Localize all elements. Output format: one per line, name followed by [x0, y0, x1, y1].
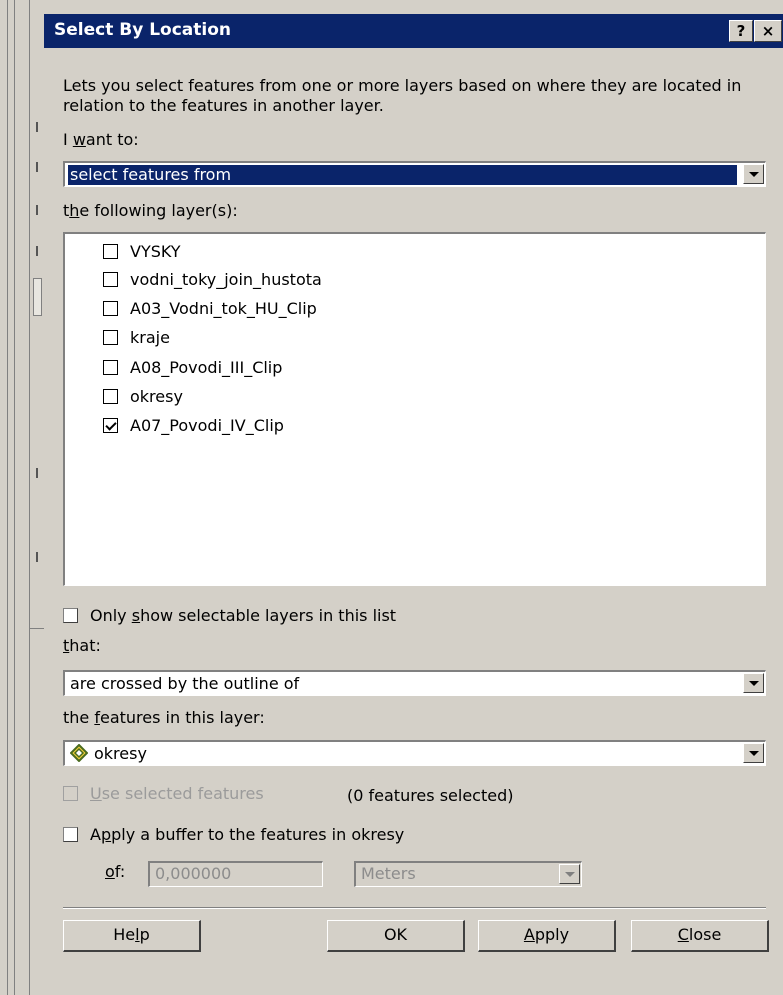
layer-checkbox[interactable] — [103, 360, 118, 375]
layer-item-kraje[interactable]: kraje — [103, 327, 170, 349]
checkbox-box[interactable] — [63, 608, 78, 623]
tick-mark — [36, 552, 38, 562]
layer-item-okresy[interactable]: okresy — [103, 386, 183, 408]
divider — [29, 0, 30, 995]
buffer-units-dropdown[interactable]: Meters — [354, 861, 582, 887]
source-layer-label: the features in this layer: — [63, 708, 265, 727]
layer-checkbox[interactable] — [103, 389, 118, 404]
help-button[interactable]: Help — [63, 920, 201, 952]
use-selected-features-checkbox[interactable]: Use selected features — [63, 784, 264, 803]
apply-buffer-checkbox[interactable]: Apply a buffer to the features in okresy — [63, 825, 404, 844]
ok-button[interactable]: OK — [327, 920, 465, 952]
background-scrollbar — [33, 278, 42, 316]
background-window-edge — [0, 0, 44, 995]
spatial-relation-value: are crossed by the outline of — [70, 674, 300, 693]
source-layer-value: okresy — [94, 744, 147, 763]
selection-method-value: select features from — [68, 165, 737, 185]
layer-item-a03-vodni-tok-hu-clip[interactable]: A03_Vodni_tok_HU_Clip — [103, 298, 317, 320]
layer-item-a08-povodi-iii-clip[interactable]: A08_Povodi_III_Clip — [103, 357, 282, 379]
that-label: that: — [63, 636, 101, 655]
buffer-units-value: Meters — [361, 864, 416, 883]
selection-method-dropdown[interactable]: select features from — [63, 161, 766, 187]
only-selectable-checkbox[interactable]: Only show selectable layers in this list — [63, 606, 396, 625]
layer-checkbox-checked[interactable] — [103, 418, 118, 433]
polygon-layer-icon — [70, 744, 88, 762]
target-layers-list[interactable]: VYSKY vodni_toky_join_hustota A03_Vodni_… — [63, 232, 766, 586]
checkbox-box[interactable] — [63, 786, 78, 801]
close-button[interactable]: Close — [631, 920, 769, 952]
divider — [30, 628, 44, 629]
tick-mark — [36, 162, 38, 172]
close-window-button[interactable]: × — [754, 20, 782, 42]
layer-checkbox[interactable] — [103, 272, 118, 287]
tick-mark — [36, 246, 38, 256]
tick-mark — [36, 205, 38, 215]
buffer-distance-field[interactable]: 0,000000 — [148, 861, 323, 887]
tick-mark — [36, 122, 38, 132]
buffer-of-label: of: — [105, 862, 126, 881]
selected-count-text: (0 features selected) — [347, 786, 514, 805]
layer-item-vodni-toky-join-hustota[interactable]: vodni_toky_join_hustota — [103, 269, 322, 291]
want-to-label: I want to: — [63, 130, 139, 149]
spatial-relation-dropdown[interactable]: are crossed by the outline of — [63, 670, 766, 696]
title-bar[interactable]: Select By Location ? × — [44, 14, 783, 48]
tick-mark — [36, 468, 38, 478]
layer-checkbox[interactable] — [103, 244, 118, 259]
help-context-button[interactable]: ? — [729, 20, 753, 42]
select-by-location-dialog: Select By Location ? × Lets you select f… — [44, 0, 783, 995]
layer-item-vysky[interactable]: VYSKY — [103, 241, 181, 263]
chevron-down-icon[interactable] — [559, 864, 580, 884]
checkbox-box[interactable] — [63, 827, 78, 842]
layer-checkbox[interactable] — [103, 301, 118, 316]
divider — [63, 907, 766, 909]
description-text: Lets you select features from one or mor… — [63, 76, 742, 115]
dialog-title: Select By Location — [54, 20, 232, 40]
source-layer-dropdown[interactable]: okresy — [63, 740, 766, 766]
divider — [7, 0, 8, 995]
layer-checkbox[interactable] — [103, 330, 118, 345]
layer-item-a07-povodi-iv-clip[interactable]: A07_Povodi_IV_Clip — [103, 415, 284, 437]
chevron-down-icon[interactable] — [743, 164, 764, 184]
target-layers-label: the following layer(s): — [63, 201, 238, 220]
apply-button[interactable]: Apply — [478, 920, 616, 952]
divider — [14, 0, 15, 995]
chevron-down-icon[interactable] — [743, 673, 764, 693]
chevron-down-icon[interactable] — [743, 743, 764, 763]
